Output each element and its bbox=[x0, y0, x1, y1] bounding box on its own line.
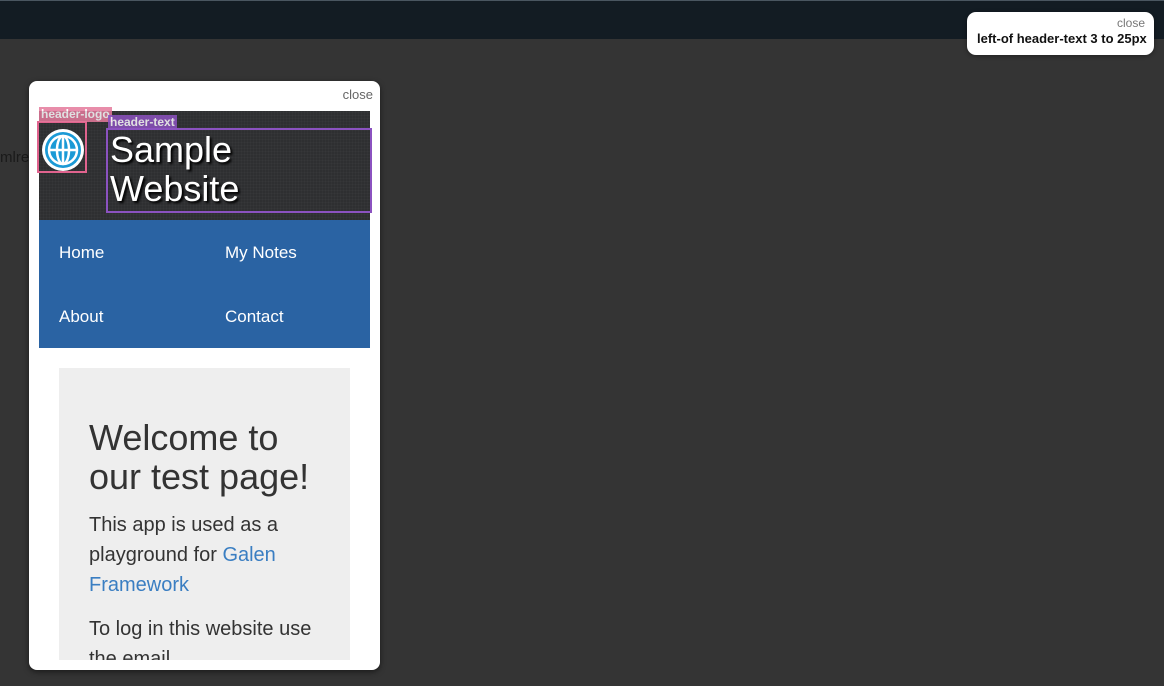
welcome-panel: Welcome to our test page! This app is us… bbox=[59, 368, 350, 660]
welcome-heading-line2: our test page! bbox=[89, 456, 310, 497]
header-text-highlight-box bbox=[106, 128, 372, 213]
screenshot-popup-close-button[interactable]: close bbox=[343, 87, 373, 102]
info-popup-close-button[interactable]: close bbox=[1117, 16, 1145, 30]
menu-item-contact[interactable]: Contact bbox=[225, 307, 284, 327]
menu-item-about[interactable]: About bbox=[59, 307, 103, 327]
menu-item-home[interactable]: Home bbox=[59, 243, 104, 263]
menu-item-my-notes[interactable]: My Notes bbox=[225, 243, 297, 263]
background-text: mlre bbox=[0, 149, 30, 166]
welcome-heading: Welcome to our test page! bbox=[89, 418, 329, 496]
login-paragraph: To log in this website use the email bbox=[89, 618, 312, 660]
header-text-highlight-label: header-text bbox=[108, 115, 177, 130]
spec-message: left-of header-text 3 to 25px bbox=[977, 31, 1147, 46]
intro-paragraph: This app is used as a playground for Gal… bbox=[89, 510, 319, 600]
header-logo-highlight-box bbox=[37, 121, 87, 173]
spec-info-popup: close left-of header-text 3 to 25px bbox=[967, 12, 1154, 55]
site-menu: Home My Notes About Contact bbox=[39, 220, 370, 348]
welcome-heading-line1: Welcome to bbox=[89, 417, 279, 458]
header-logo-highlight-label: header-logo bbox=[39, 107, 112, 122]
